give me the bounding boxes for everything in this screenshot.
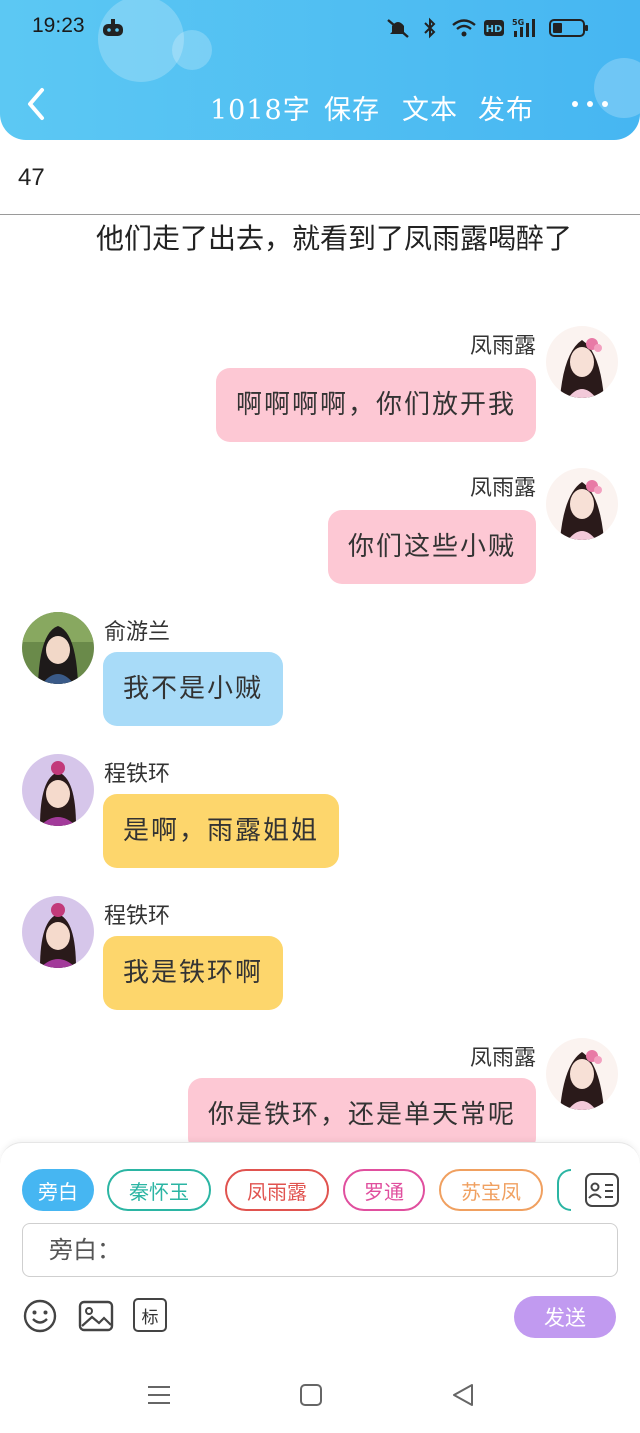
emoji-icon	[23, 1299, 57, 1333]
wifi-icon	[450, 16, 478, 40]
message-bubble[interactable]: 是啊，雨露姐姐	[103, 794, 340, 868]
emoji-button[interactable]	[22, 1298, 58, 1334]
image-button[interactable]	[78, 1298, 114, 1334]
contacts-card-icon	[585, 1173, 619, 1207]
avatar-yuyoulan[interactable]	[22, 612, 94, 684]
message-bubble[interactable]: 我不是小贼	[103, 652, 284, 726]
home-square-icon	[300, 1384, 322, 1406]
more-dot-icon	[587, 101, 593, 107]
bluetooth-icon	[420, 16, 440, 40]
image-icon	[78, 1300, 114, 1332]
role-chip-luotong[interactable]: 罗通	[343, 1169, 425, 1211]
send-button[interactable]: 发送	[514, 1296, 616, 1338]
menu-lines-icon	[148, 1386, 170, 1404]
message-bubble[interactable]: 我是铁环啊	[103, 936, 284, 1010]
editor-toolbar: 1018字 保存 文本 发布	[0, 78, 640, 134]
nav-back-button[interactable]	[448, 1380, 478, 1410]
message-input[interactable]: 旁白：	[22, 1223, 618, 1277]
message-bubble[interactable]: 你们这些小贼	[327, 510, 536, 584]
role-manager-button[interactable]	[584, 1172, 620, 1208]
back-triangle-icon	[453, 1384, 473, 1406]
more-dot-icon	[572, 101, 578, 107]
role-chip-narrator[interactable]: 旁白	[22, 1169, 94, 1211]
tag-button[interactable]: 标	[133, 1298, 169, 1334]
app-header: 19:23 HD 5G 1018字 保存 文本 发布	[0, 0, 640, 140]
nav-menu-button[interactable]	[144, 1380, 174, 1410]
role-chip-label: 凤雨露	[247, 1179, 307, 1204]
app-notification-icon	[100, 16, 126, 40]
svg-text:5G: 5G	[512, 18, 524, 27]
avatar-fengyulu[interactable]	[546, 326, 618, 398]
message-bubble[interactable]: 你是铁环，还是单天常呢	[187, 1078, 536, 1152]
avatar-chengtiehuan[interactable]	[22, 754, 94, 826]
back-arrow-icon	[28, 88, 44, 120]
role-chip-qinhuaiyu[interactable]: 秦怀玉	[107, 1169, 211, 1211]
more-dot-icon	[602, 101, 608, 107]
speaker-name: 凤雨露	[469, 334, 536, 359]
status-bar: 19:23 HD 5G	[0, 0, 640, 58]
tag-icon: 标	[133, 1298, 167, 1332]
speaker-name: 俞游兰	[104, 620, 171, 645]
more-menu-button[interactable]	[572, 94, 608, 114]
publish-button[interactable]: 发布	[478, 88, 534, 127]
role-chip-label: 秦怀玉	[129, 1179, 189, 1204]
speaker-name: 凤雨露	[469, 476, 536, 501]
message-bubble[interactable]: 啊啊啊啊，你们放开我	[215, 368, 536, 442]
role-chip-label: 罗通	[364, 1179, 404, 1204]
nav-home-button[interactable]	[296, 1380, 326, 1410]
speaker-name: 凤雨露	[469, 1046, 536, 1071]
speaker-name: 程铁环	[104, 762, 171, 787]
hd-icon: HD	[482, 16, 506, 40]
signal-5g-icon: 5G	[510, 16, 542, 40]
mute-icon	[384, 16, 412, 40]
role-chip-fengyulu[interactable]: 凤雨露	[225, 1169, 329, 1211]
speaker-name: 程铁环	[104, 904, 171, 929]
text-button[interactable]: 文本	[402, 88, 458, 127]
role-chip-subaofeng[interactable]: 苏宝凤	[439, 1169, 543, 1211]
role-chip-partial[interactable]	[557, 1169, 571, 1211]
avatar-fengyulu[interactable]	[546, 1038, 618, 1110]
avatar-fengyulu[interactable]	[546, 468, 618, 540]
role-chip-label: 苏宝凤	[461, 1179, 521, 1204]
save-button[interactable]: 保存	[324, 88, 380, 127]
tag-label: 标	[141, 1307, 159, 1328]
status-time: 19:23	[32, 14, 85, 37]
system-nav-bar	[0, 1356, 640, 1433]
divider	[0, 214, 640, 215]
back-button[interactable]	[18, 84, 58, 128]
svg-text:HD: HD	[486, 24, 503, 35]
avatar-chengtiehuan[interactable]	[22, 896, 94, 968]
chapter-title[interactable]: 47	[18, 164, 45, 192]
battery-icon	[548, 16, 590, 40]
narration-text[interactable]: 他们走了出去，就看到了凤雨露喝醉了	[28, 218, 608, 260]
role-chip-label: 旁白	[38, 1179, 78, 1204]
word-count: 1018字	[210, 95, 311, 126]
